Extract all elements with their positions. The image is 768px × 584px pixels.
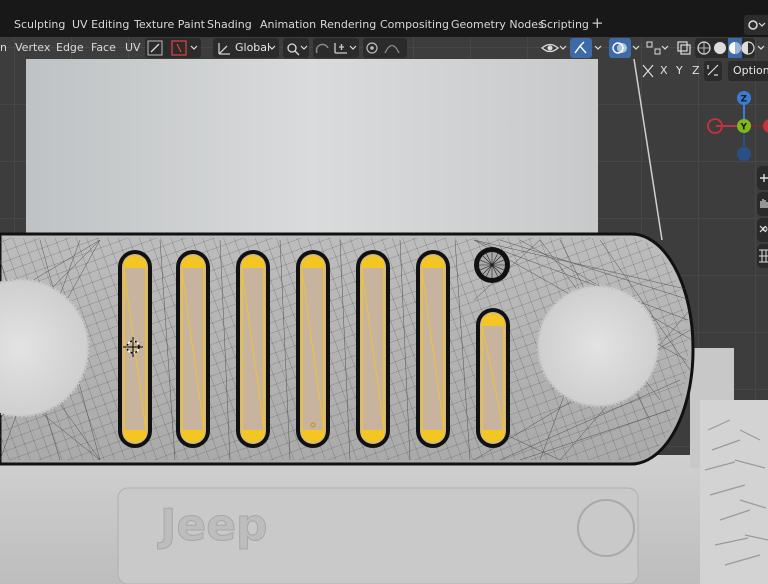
visibility-icon (541, 43, 567, 53)
mesh-overlay-icon (646, 41, 669, 55)
chevron-down-icon (190, 45, 198, 50)
mirror-y-toggle[interactable]: Y (676, 64, 683, 77)
viewport-header: n Vertex Edge Face UV Global (0, 37, 768, 59)
tab-scripting[interactable]: Scripting (540, 18, 589, 31)
menu-uv[interactable]: UV (125, 41, 141, 54)
svg-text:Y: Y (740, 123, 748, 133)
select-mode-group[interactable] (145, 38, 201, 58)
proportional-edit-group[interactable] (363, 38, 407, 58)
solid-shading-icon (714, 42, 726, 54)
overlay-icon (612, 42, 627, 54)
orientation-label: Global (235, 41, 271, 54)
mesh-symmetry-button[interactable] (704, 61, 722, 81)
gizmo-toggle-icon (574, 41, 587, 54)
mesh-edit-overlay-button[interactable] (644, 38, 670, 58)
transform-orientation-dropdown[interactable]: Global (213, 38, 279, 58)
workspace-tab-bar: Sculpting UV Editing Texture Paint Shadi… (0, 0, 768, 37)
tab-geometry-nodes[interactable]: Geometry Nodes (451, 18, 544, 31)
camera-view-button[interactable] (757, 218, 768, 242)
falloff-icon (384, 44, 400, 54)
tab-animation[interactable]: Animation (260, 18, 316, 31)
background-box-mesh (26, 59, 598, 245)
snap-target-icon (334, 43, 347, 54)
tab-uv-editing[interactable]: UV Editing (72, 18, 129, 31)
tab-shading[interactable]: Shading (207, 18, 252, 31)
knurled-disc (536, 284, 660, 408)
gizmo-x-axis[interactable] (763, 119, 768, 133)
scene-selector-button[interactable] (744, 15, 768, 35)
rendered-shading-icon (741, 41, 755, 55)
gizmo-toggle-button[interactable] (570, 38, 592, 58)
material-shading-icon (729, 42, 741, 54)
chevron-down-icon[interactable] (757, 38, 767, 58)
snap-group[interactable] (313, 38, 359, 58)
toggle-perspective-button[interactable] (757, 244, 768, 268)
shading-mode-group[interactable] (695, 38, 755, 58)
pan-button[interactable] (757, 192, 768, 216)
zoom-icon (760, 174, 768, 182)
tab-sculpting[interactable]: Sculpting (14, 18, 65, 31)
grid-icon (759, 249, 768, 263)
options-dropdown[interactable]: Options (728, 61, 768, 81)
camera-icon (759, 225, 768, 233)
mirror-z-toggle[interactable]: Z (692, 64, 700, 77)
menu-vertex[interactable]: Vertex (15, 41, 50, 54)
pivot-point-button[interactable] (283, 38, 309, 58)
symmetry-icon (707, 64, 719, 76)
overlay-toggle-button[interactable] (609, 38, 631, 58)
xray-icon (677, 41, 691, 55)
mesh-scene: Jeep Z Y (0, 58, 768, 584)
pivot-icon (287, 43, 308, 56)
svg-text:Z: Z (741, 95, 748, 105)
chevron-down-icon[interactable] (632, 38, 642, 58)
mirror-x-toggle[interactable]: X (660, 64, 668, 77)
embossed-logo: Jeep (157, 500, 268, 551)
zoom-button[interactable] (757, 166, 768, 190)
navigation-gizmo[interactable]: Z Y (707, 91, 768, 161)
xray-toggle-button[interactable] (675, 38, 693, 58)
tab-compositing[interactable]: Compositing (380, 18, 449, 31)
chevron-down-icon[interactable] (594, 38, 604, 58)
tab-rendering[interactable]: Rendering (320, 18, 376, 31)
global-orientation-icon (218, 43, 230, 55)
mirror-axis-icon (642, 64, 654, 78)
add-workspace-button[interactable]: + (591, 14, 604, 32)
3d-viewport[interactable]: Jeep Z Y (0, 37, 768, 584)
menu-edge[interactable]: Edge (56, 41, 84, 54)
scene-icon (748, 20, 766, 30)
tab-texture-paint[interactable]: Texture Paint (134, 18, 205, 31)
menu-select[interactable]: n (0, 41, 7, 54)
visibility-dropdown[interactable] (540, 38, 568, 58)
snap-icon (315, 43, 329, 54)
wireframe-shading-icon (697, 41, 711, 55)
hand-pan-icon (760, 199, 768, 208)
menu-face[interactable]: Face (91, 41, 116, 54)
chevron-down-icon (268, 45, 276, 50)
